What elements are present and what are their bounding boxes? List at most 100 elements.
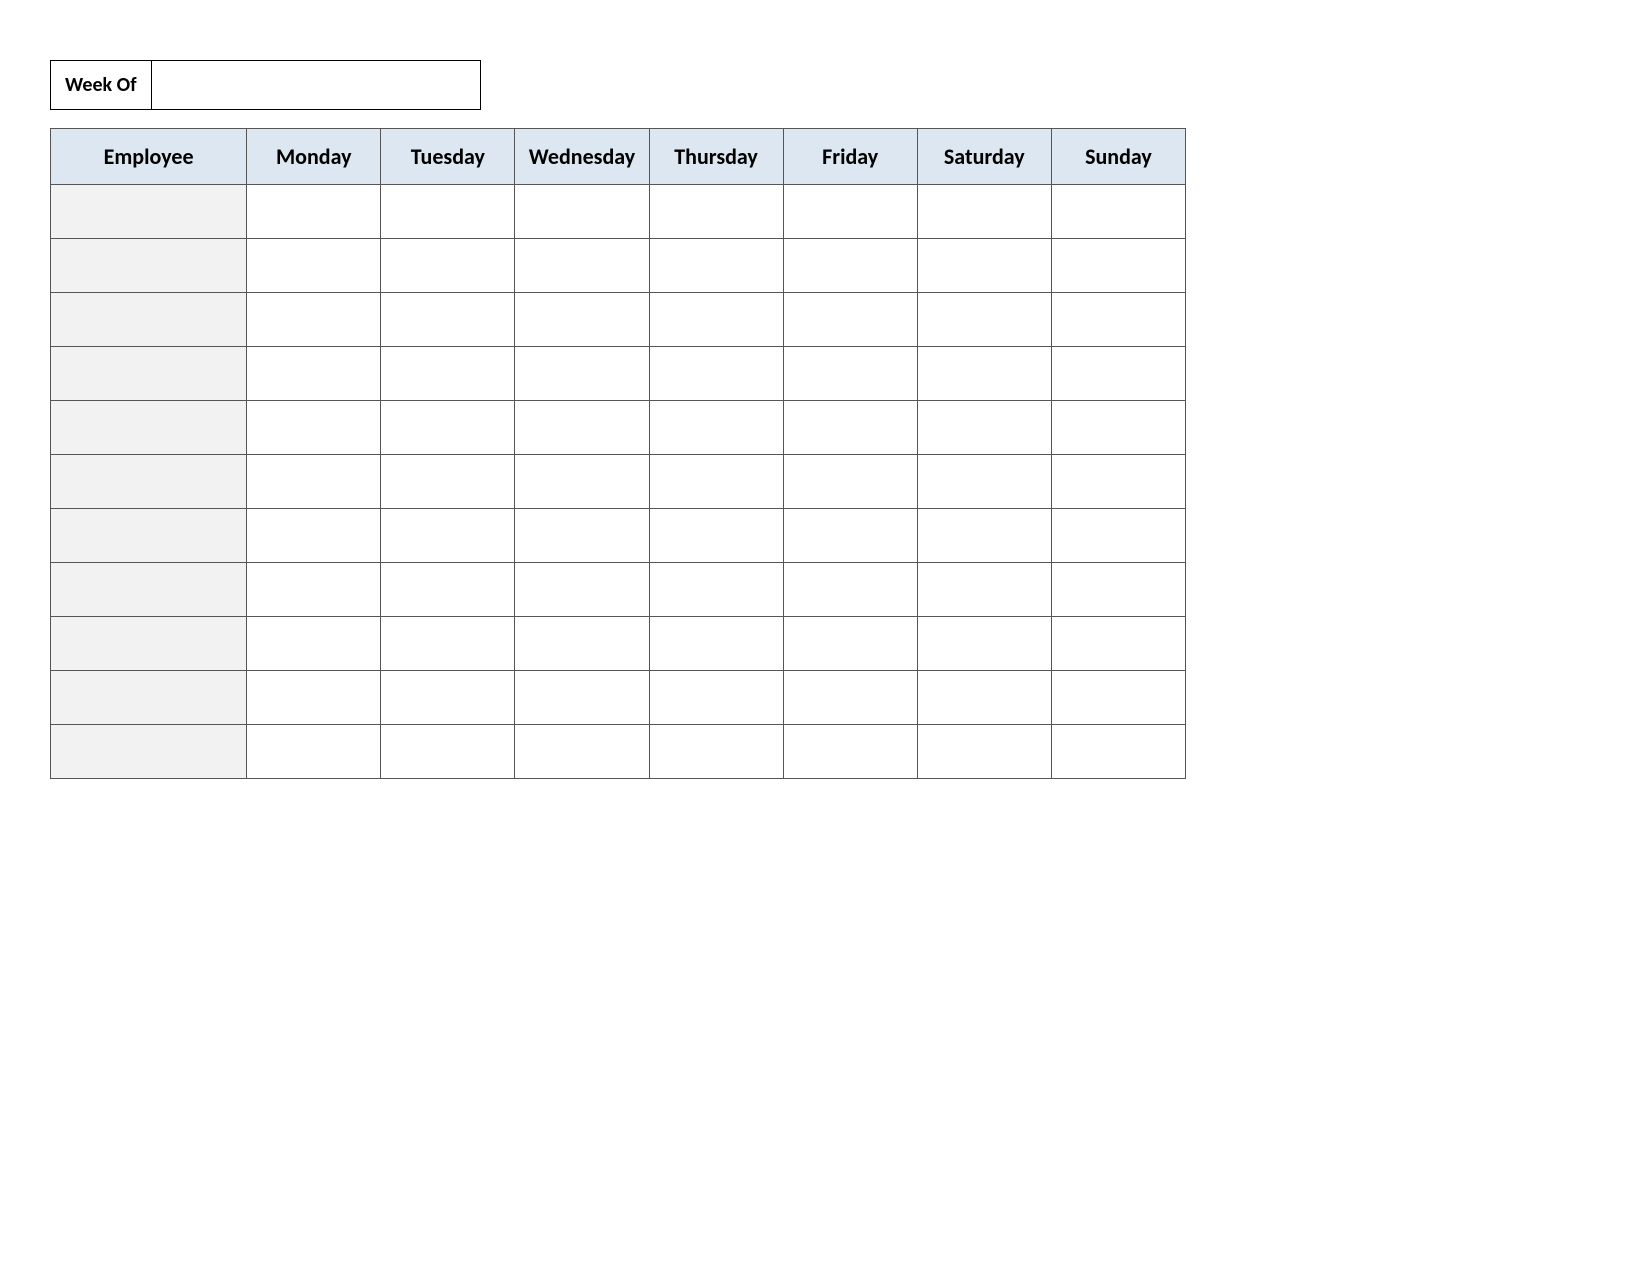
schedule-cell[interactable]	[917, 617, 1051, 671]
schedule-cell[interactable]	[381, 455, 515, 509]
schedule-cell[interactable]	[649, 347, 783, 401]
schedule-cell[interactable]	[783, 563, 917, 617]
schedule-cell[interactable]	[917, 239, 1051, 293]
schedule-cell[interactable]	[783, 671, 917, 725]
schedule-cell[interactable]	[649, 617, 783, 671]
schedule-cell[interactable]	[783, 185, 917, 239]
schedule-cell[interactable]	[783, 347, 917, 401]
schedule-cell[interactable]	[247, 293, 381, 347]
schedule-cell[interactable]	[1051, 617, 1185, 671]
schedule-cell[interactable]	[381, 509, 515, 563]
schedule-cell[interactable]	[783, 239, 917, 293]
schedule-cell[interactable]	[1051, 509, 1185, 563]
schedule-cell[interactable]	[515, 509, 649, 563]
schedule-cell[interactable]	[515, 347, 649, 401]
schedule-cell[interactable]	[247, 347, 381, 401]
schedule-cell[interactable]	[1051, 347, 1185, 401]
schedule-cell[interactable]	[247, 509, 381, 563]
schedule-cell[interactable]	[917, 671, 1051, 725]
schedule-cell[interactable]	[1051, 401, 1185, 455]
schedule-cell[interactable]	[917, 455, 1051, 509]
schedule-cell[interactable]	[1051, 293, 1185, 347]
employee-cell[interactable]	[51, 185, 247, 239]
schedule-table: Employee Monday Tuesday Wednesday Thursd…	[50, 128, 1186, 779]
schedule-cell[interactable]	[515, 293, 649, 347]
schedule-cell[interactable]	[381, 185, 515, 239]
employee-cell[interactable]	[51, 455, 247, 509]
schedule-cell[interactable]	[783, 401, 917, 455]
employee-cell[interactable]	[51, 239, 247, 293]
schedule-cell[interactable]	[381, 725, 515, 779]
schedule-cell[interactable]	[515, 185, 649, 239]
employee-cell[interactable]	[51, 617, 247, 671]
schedule-cell[interactable]	[1051, 455, 1185, 509]
schedule-cell[interactable]	[381, 617, 515, 671]
schedule-cell[interactable]	[917, 293, 1051, 347]
table-row	[51, 401, 1186, 455]
schedule-cell[interactable]	[649, 455, 783, 509]
week-of-row: Week Of	[50, 60, 1600, 110]
schedule-cell[interactable]	[1051, 239, 1185, 293]
schedule-cell[interactable]	[649, 185, 783, 239]
schedule-cell[interactable]	[515, 617, 649, 671]
header-tuesday: Tuesday	[381, 129, 515, 185]
schedule-cell[interactable]	[247, 563, 381, 617]
schedule-cell[interactable]	[783, 617, 917, 671]
schedule-cell[interactable]	[917, 725, 1051, 779]
schedule-cell[interactable]	[247, 185, 381, 239]
employee-cell[interactable]	[51, 563, 247, 617]
schedule-cell[interactable]	[649, 563, 783, 617]
schedule-cell[interactable]	[1051, 671, 1185, 725]
schedule-cell[interactable]	[783, 725, 917, 779]
schedule-cell[interactable]	[515, 725, 649, 779]
schedule-cell[interactable]	[783, 509, 917, 563]
schedule-cell[interactable]	[515, 401, 649, 455]
schedule-cell[interactable]	[649, 293, 783, 347]
schedule-cell[interactable]	[649, 401, 783, 455]
schedule-cell[interactable]	[917, 563, 1051, 617]
employee-cell[interactable]	[51, 401, 247, 455]
schedule-cell[interactable]	[381, 293, 515, 347]
week-of-input[interactable]	[151, 60, 481, 110]
schedule-cell[interactable]	[381, 563, 515, 617]
schedule-cell[interactable]	[515, 563, 649, 617]
schedule-cell[interactable]	[917, 509, 1051, 563]
schedule-cell[interactable]	[1051, 563, 1185, 617]
schedule-cell[interactable]	[649, 671, 783, 725]
schedule-cell[interactable]	[783, 293, 917, 347]
employee-cell[interactable]	[51, 509, 247, 563]
schedule-cell[interactable]	[917, 185, 1051, 239]
header-wednesday: Wednesday	[515, 129, 649, 185]
schedule-cell[interactable]	[1051, 185, 1185, 239]
header-row: Employee Monday Tuesday Wednesday Thursd…	[51, 129, 1186, 185]
schedule-cell[interactable]	[649, 725, 783, 779]
header-saturday: Saturday	[917, 129, 1051, 185]
schedule-cell[interactable]	[247, 725, 381, 779]
schedule-cell[interactable]	[247, 239, 381, 293]
table-row	[51, 239, 1186, 293]
schedule-cell[interactable]	[381, 347, 515, 401]
schedule-cell[interactable]	[783, 455, 917, 509]
table-row	[51, 347, 1186, 401]
schedule-cell[interactable]	[515, 455, 649, 509]
schedule-cell[interactable]	[247, 455, 381, 509]
schedule-cell[interactable]	[1051, 725, 1185, 779]
employee-cell[interactable]	[51, 347, 247, 401]
table-body	[51, 185, 1186, 779]
employee-cell[interactable]	[51, 293, 247, 347]
schedule-cell[interactable]	[515, 671, 649, 725]
schedule-cell[interactable]	[381, 239, 515, 293]
schedule-cell[interactable]	[247, 401, 381, 455]
schedule-cell[interactable]	[515, 239, 649, 293]
employee-cell[interactable]	[51, 671, 247, 725]
schedule-cell[interactable]	[917, 401, 1051, 455]
employee-cell[interactable]	[51, 725, 247, 779]
schedule-cell[interactable]	[381, 671, 515, 725]
schedule-cell[interactable]	[381, 401, 515, 455]
schedule-cell[interactable]	[649, 239, 783, 293]
schedule-cell[interactable]	[917, 347, 1051, 401]
schedule-cell[interactable]	[247, 617, 381, 671]
schedule-cell[interactable]	[247, 671, 381, 725]
schedule-cell[interactable]	[649, 509, 783, 563]
table-row	[51, 563, 1186, 617]
